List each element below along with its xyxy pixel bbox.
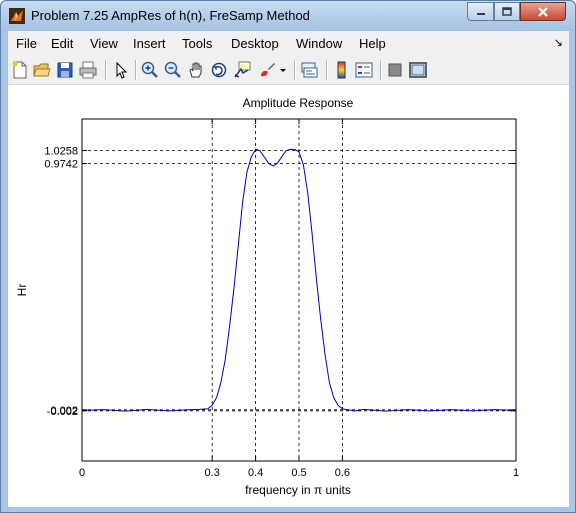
x-tick-labels: 0 0.3 0.4 0.5 0.6 1 — [79, 467, 519, 479]
rotate-3d-icon[interactable] — [210, 61, 228, 79]
x-tick-label: 0 — [79, 467, 85, 479]
figure-canvas: 0 0.3 0.4 0.5 0.6 1 -0.002 0.002 0.9742 1.0258 A… — [8, 85, 569, 507]
toolbar-separator — [380, 60, 382, 80]
pointer-icon[interactable] — [112, 61, 130, 79]
menu-insert[interactable]: Insert — [133, 36, 166, 51]
menu-view[interactable]: View — [90, 36, 118, 51]
window-title: Problem 7.25 AmpRes of h(n), FreSamp Met… — [31, 8, 310, 23]
zoom-in-icon[interactable] — [141, 61, 159, 79]
data-cursor-icon[interactable] — [233, 61, 251, 79]
toolbar-separator — [326, 60, 328, 80]
colorbar-icon[interactable] — [332, 61, 350, 79]
print-icon[interactable] — [79, 61, 97, 79]
figure-window: Problem 7.25 AmpRes of h(n), FreSamp Met… — [0, 0, 576, 513]
brush-icon[interactable] — [258, 61, 276, 79]
menu-edit[interactable]: Edit — [51, 36, 73, 51]
amplitude-response-chart[interactable]: 0 0.3 0.4 0.5 0.6 1 -0.0020.0020.97421.0258 A… — [8, 85, 569, 507]
open-file-icon[interactable] — [33, 61, 51, 79]
menu-file[interactable]: File — [16, 36, 37, 51]
menu-tools[interactable]: Tools — [182, 36, 212, 51]
y-tick-label: 0.9742 — [44, 159, 78, 171]
toolbar-separator — [105, 60, 107, 80]
legend-icon[interactable] — [355, 61, 373, 79]
x-axis-label: frequency in π units — [245, 483, 351, 497]
menu-window[interactable]: Window — [296, 36, 342, 51]
title-bar[interactable]: Problem 7.25 AmpRes of h(n), FreSamp Met… — [1, 1, 575, 31]
y-axis-label: Hr — [15, 284, 29, 297]
save-icon[interactable] — [56, 61, 74, 79]
minimize-button[interactable] — [467, 2, 494, 21]
brush-dropdown-icon[interactable] — [278, 61, 288, 79]
show-plot-tools-icon[interactable] — [409, 61, 427, 79]
menu-bar: File Edit View Insert Tools Desktop Wind… — [8, 31, 569, 57]
hide-plot-tools-icon[interactable] — [386, 61, 404, 79]
y-tick-labels: -0.0020.0020.97421.0258 — [44, 145, 78, 417]
maximize-button[interactable] — [494, 2, 520, 21]
x-tick-label: 0.4 — [248, 467, 263, 479]
x-tick-label: 0.6 — [335, 467, 350, 479]
pan-hand-icon[interactable] — [187, 61, 205, 79]
menu-help[interactable]: Help — [359, 36, 386, 51]
x-tick-label: 1 — [513, 467, 519, 479]
figure-toolbar — [8, 56, 569, 85]
close-button[interactable] — [520, 2, 566, 21]
menu-desktop[interactable]: Desktop — [231, 36, 279, 51]
y-tick-label: 1.0258 — [44, 145, 78, 157]
x-tick-label: 0.5 — [291, 467, 306, 479]
maximize-icon — [502, 6, 512, 16]
close-icon — [538, 6, 548, 17]
new-figure-icon[interactable] — [11, 61, 29, 79]
matlab-icon — [9, 8, 25, 24]
y-tick-label: 0.002 — [50, 405, 78, 417]
dock-arrow-icon[interactable]: ↘ — [554, 36, 563, 49]
zoom-out-icon[interactable] — [164, 61, 182, 79]
toolbar-separator — [135, 60, 137, 80]
minimize-icon — [476, 12, 485, 15]
toolbar-separator — [294, 60, 296, 80]
chart-title: Amplitude Response — [243, 96, 354, 110]
x-tick-label: 0.3 — [205, 467, 220, 479]
link-plot-icon[interactable] — [300, 61, 318, 79]
